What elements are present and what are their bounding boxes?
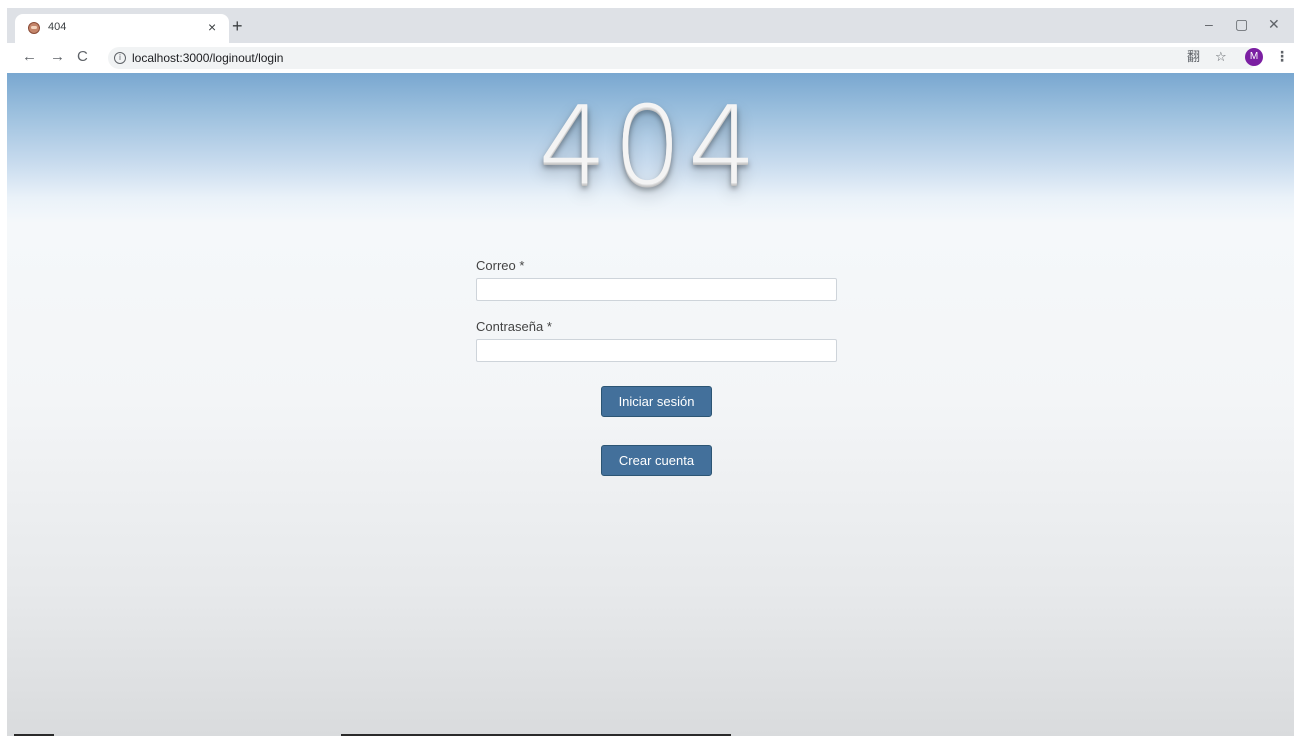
url-text[interactable]: localhost:3000/loginout/login (132, 51, 283, 65)
reload-icon[interactable]: C (77, 49, 88, 65)
minimize-icon[interactable]: – (1205, 16, 1213, 32)
translate-icon[interactable]: 翻 (1187, 49, 1200, 65)
create-account-button[interactable]: Crear cuenta (601, 445, 712, 476)
browser-menu-icon[interactable]: ⋮ (1275, 48, 1289, 65)
email-label: Correo * (476, 258, 525, 273)
login-form: Correo * Contraseña * (476, 258, 837, 362)
profile-avatar[interactable]: M (1245, 48, 1263, 66)
browser-tab[interactable]: 404 × (15, 14, 229, 43)
password-label: Contraseña * (476, 319, 552, 334)
back-icon[interactable]: ← (22, 49, 37, 65)
email-field[interactable] (476, 278, 837, 301)
close-window-icon[interactable]: ✕ (1268, 16, 1280, 32)
page-viewport: 404 Correo * Contraseña * Iniciar sesión… (7, 73, 1294, 736)
new-tab-icon[interactable]: + (232, 17, 243, 35)
forward-icon[interactable]: → (50, 49, 65, 65)
site-info-icon[interactable]: i (114, 52, 126, 64)
bookmark-star-icon[interactable]: ☆ (1215, 49, 1227, 65)
tab-title: 404 (48, 21, 67, 33)
restore-icon[interactable]: ▢ (1235, 16, 1248, 32)
password-field[interactable] (476, 339, 837, 362)
hero-404-title: 404 (538, 84, 763, 209)
tab-favicon-icon (28, 22, 40, 34)
screen-left-edge (0, 0, 7, 736)
tab-strip: 404 × + – ▢ ✕ (7, 8, 1294, 43)
field-spacer (476, 301, 837, 319)
tab-close-icon[interactable]: × (208, 19, 216, 35)
login-button[interactable]: Iniciar sesión (601, 386, 712, 417)
browser-window: 404 × + – ▢ ✕ ← → C i localhost:3000/log… (7, 8, 1294, 736)
browser-toolbar: ← → C i localhost:3000/loginout/login 翻 … (7, 43, 1294, 73)
address-bar[interactable]: i localhost:3000/loginout/login (108, 47, 1258, 69)
